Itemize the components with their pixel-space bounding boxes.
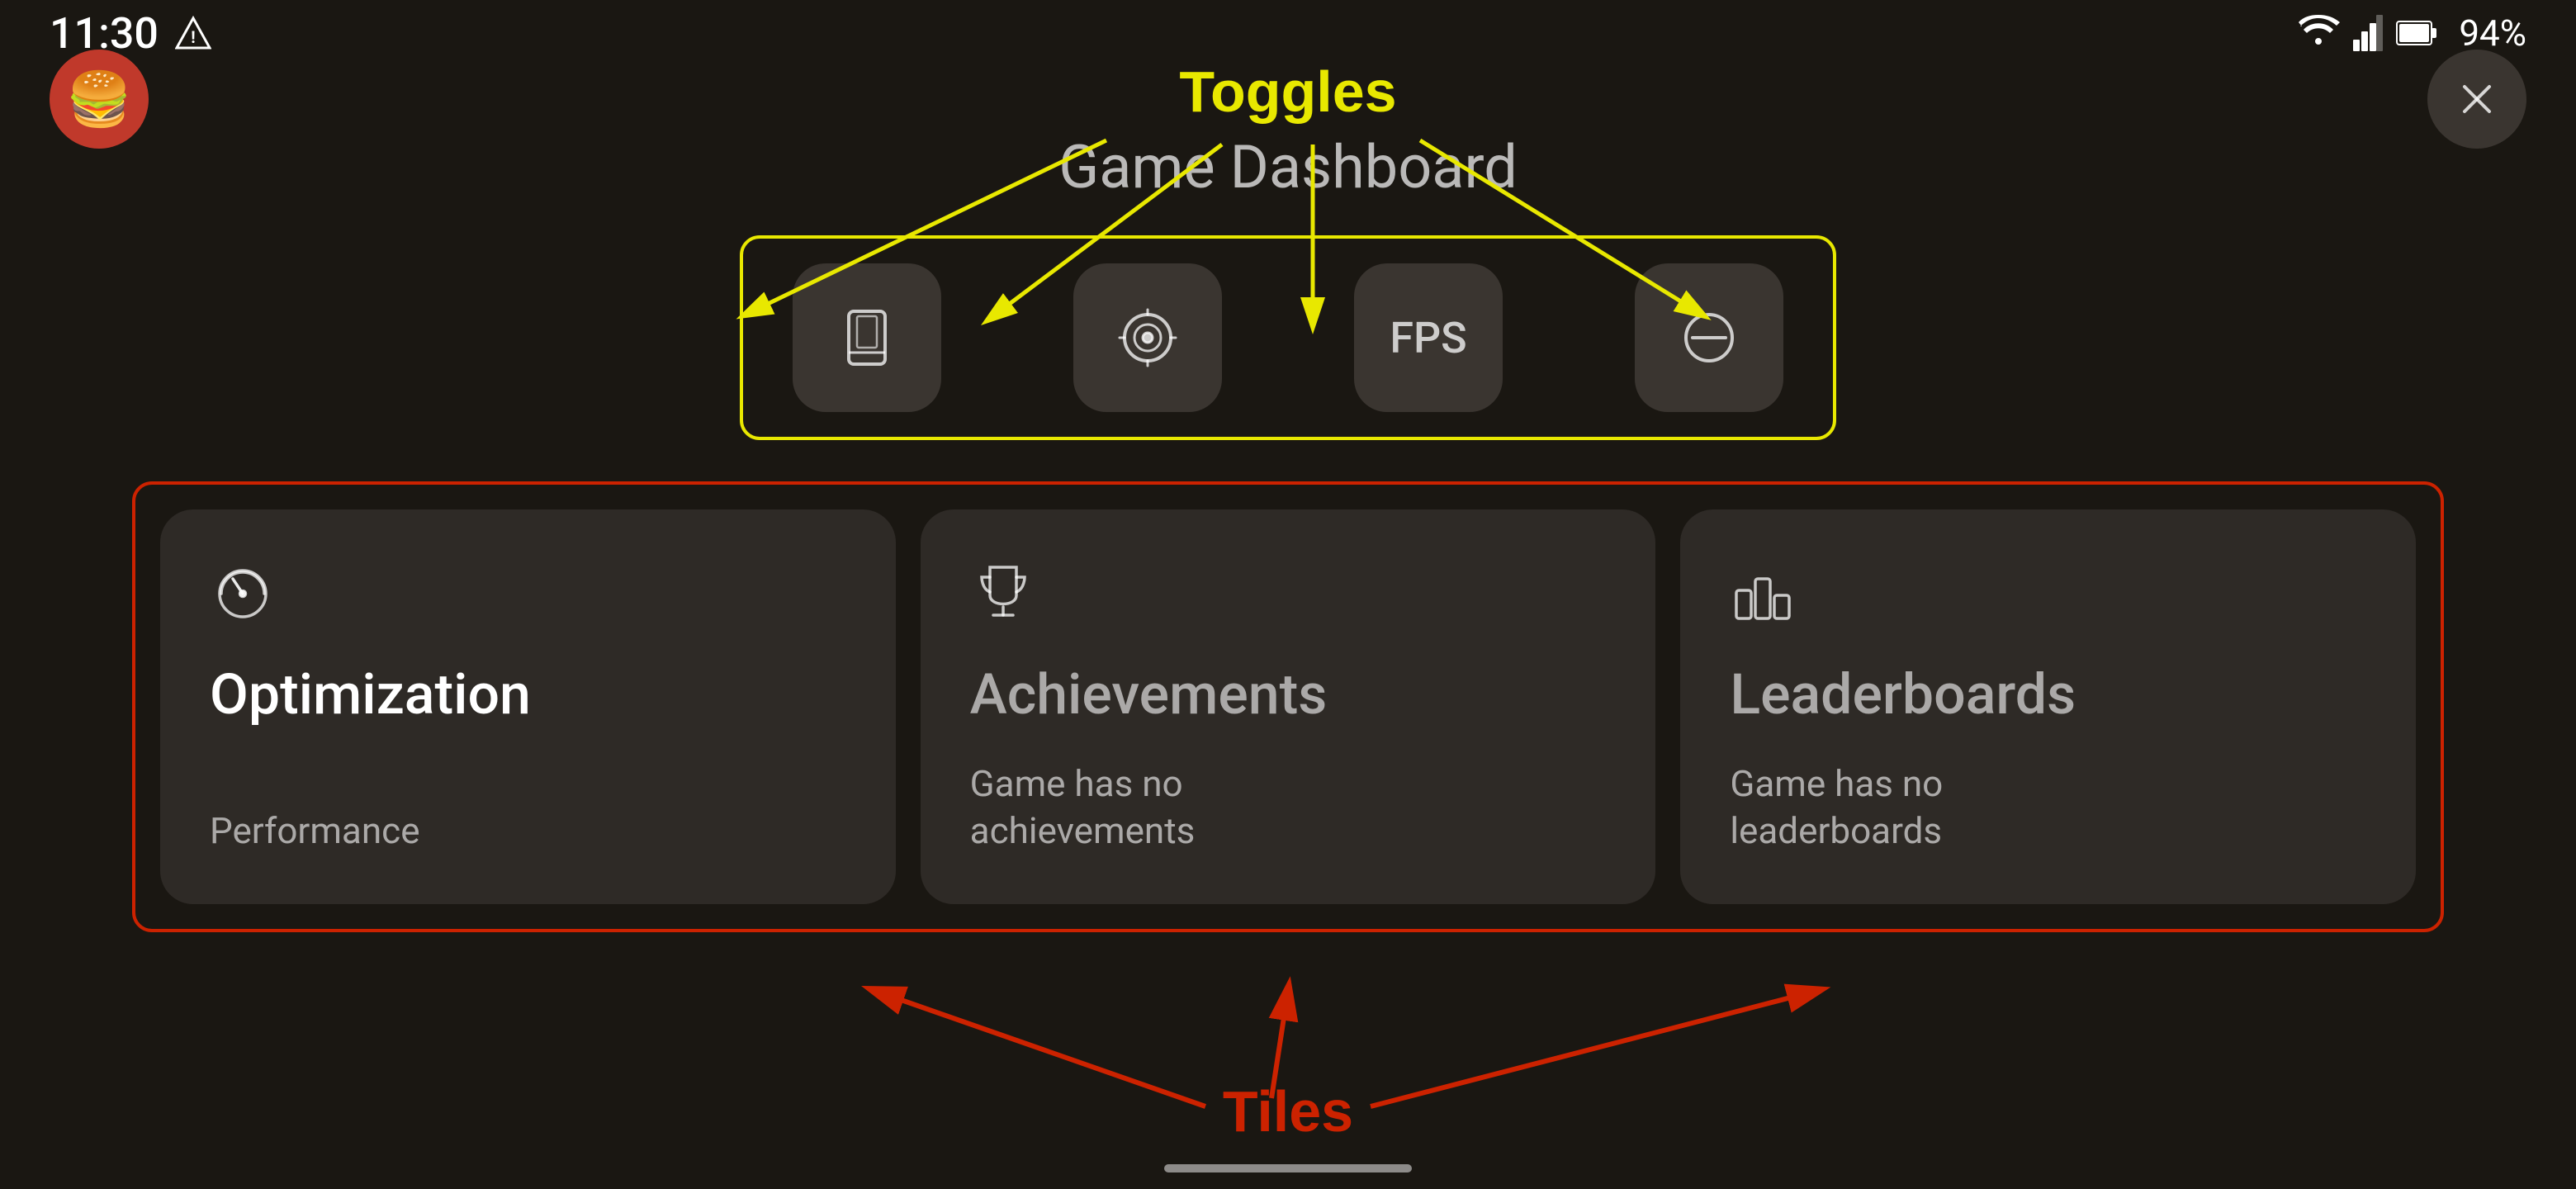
minus-toggle-button[interactable] (1635, 263, 1783, 412)
battery-icon (2396, 15, 2439, 51)
leaderboards-title: Leaderboards (1730, 661, 2366, 760)
optimization-icon (210, 559, 846, 628)
achievements-icon (970, 559, 1607, 628)
signal-icon (2353, 15, 2383, 51)
main-content: Game Dashboard FPS (0, 0, 2576, 1189)
fps-label: FPS (1390, 313, 1466, 363)
wifi-icon (2297, 15, 2340, 51)
status-icons (2297, 15, 2439, 51)
status-right: 94% (2297, 12, 2526, 54)
tiles-section: Optimization Performance Achievements Ga… (132, 481, 2444, 932)
leaderboards-tile[interactable]: Leaderboards Game has noleaderboards (1680, 509, 2416, 904)
optimization-subtitle: Performance (210, 808, 846, 855)
bottom-nav-bar (1164, 1164, 1412, 1172)
fps-toggle-button[interactable]: FPS (1354, 263, 1503, 412)
capture-toggle-button[interactable] (1073, 263, 1222, 412)
leaderboards-icon (1730, 559, 2366, 628)
toggles-container: FPS (740, 235, 1836, 440)
achievements-subtitle: Game has noachievements (970, 760, 1607, 855)
battery-percent: 94% (2459, 12, 2526, 54)
optimization-tile[interactable]: Optimization Performance (160, 509, 896, 904)
status-bar: 11:30 ! (0, 0, 2576, 66)
optimization-title: Optimization (210, 661, 846, 760)
achievements-title: Achievements (970, 661, 1607, 760)
close-button[interactable] (2427, 50, 2526, 149)
leaderboards-subtitle: Game has noleaderboards (1730, 760, 2366, 855)
achievements-tile[interactable]: Achievements Game has noachievements (921, 509, 1656, 904)
dashboard-title: Game Dashboard (1058, 132, 1518, 202)
svg-text:!: ! (191, 27, 195, 47)
app-icon: 🍔 (50, 50, 149, 149)
screen-toggle-button[interactable] (793, 263, 941, 412)
status-left: 11:30 ! (50, 8, 211, 59)
warning-icon: ! (175, 15, 211, 51)
